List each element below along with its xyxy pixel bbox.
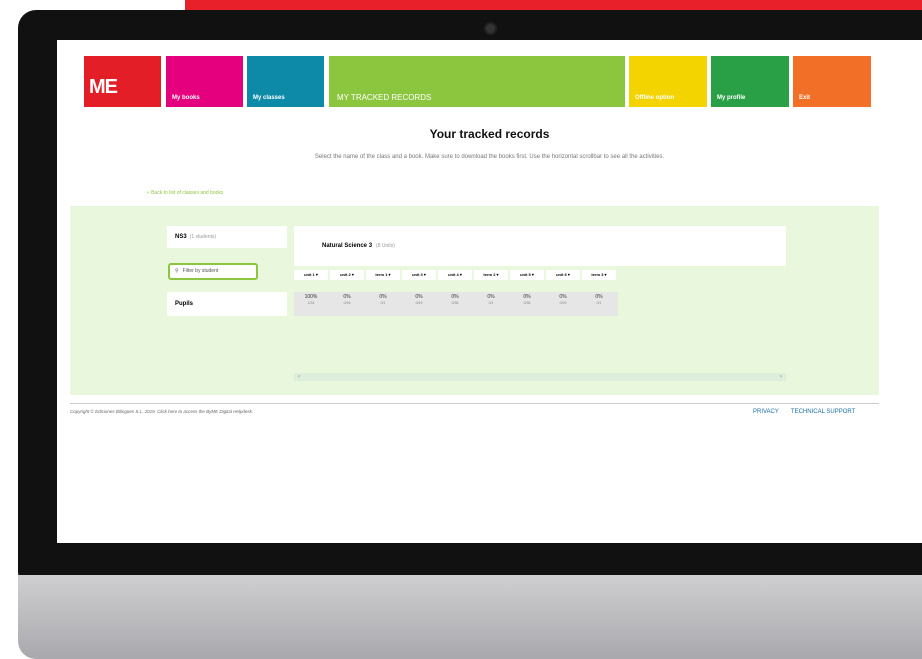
back-link[interactable]: « Back to list of classes and books: [147, 190, 223, 196]
nav-offline-option[interactable]: Offline option: [629, 56, 707, 107]
nav-my-profile[interactable]: My profile: [711, 56, 789, 107]
progress-cell: 0% 0/36: [343, 294, 351, 305]
progress-cell: 0% 0/38: [451, 294, 459, 305]
logo-text: ME: [89, 76, 118, 98]
column-header[interactable]: unit 1 ▾: [294, 270, 328, 280]
filter-label: Filter by student: [182, 268, 219, 274]
progress-cell: 100% 1/34: [304, 294, 318, 305]
nav-exit-label: Exit: [799, 95, 811, 101]
column-header[interactable]: unit 5 ▾: [510, 270, 544, 280]
nav-tracked-records[interactable]: MY TRACKED RECORDS: [329, 56, 625, 107]
filter-by-student-button[interactable]: ⚲ Filter by student: [168, 263, 258, 280]
screen: ME My books My classes MY TRACKED RECORD…: [57, 40, 922, 543]
nav-tracked-label: MY TRACKED RECORDS: [337, 93, 432, 102]
copyright-text: Copyright © Ediciones Bilingües S.L. 201…: [70, 409, 254, 414]
column-header[interactable]: term 2 ▾: [474, 270, 508, 280]
scroll-left-icon[interactable]: ‹: [298, 373, 300, 381]
page-title: Your tracked records: [429, 127, 550, 141]
nav-offline-label: Offline option: [635, 95, 674, 101]
progress-row: 100% 1/34 0% 0/36 0% 0/1 0% 0/49 0% 0/38 0% 0/…: [294, 292, 618, 316]
logo-tile[interactable]: ME: [84, 56, 161, 107]
column-header[interactable]: unit 6 ▾: [546, 270, 580, 280]
column-header[interactable]: unit 4 ▾: [438, 270, 472, 280]
class-name: NS3: [175, 234, 187, 240]
nav-my-books[interactable]: My books: [166, 56, 243, 107]
column-header[interactable]: term 3 ▾: [582, 270, 616, 280]
nav-my-classes-label: My classes: [253, 95, 285, 101]
book-header[interactable]: Natural Science 3 (8 Units): [294, 226, 786, 266]
pupils-header: Pupils: [167, 292, 287, 316]
column-header[interactable]: unit 3 ▾: [402, 270, 436, 280]
progress-cell: 0% 0/1: [487, 294, 495, 305]
class-count: (1 students): [189, 234, 217, 240]
progress-cell: 0% 0/1: [595, 294, 603, 305]
nav-exit[interactable]: Exit: [793, 56, 871, 107]
page-instructions: Select the name of the class and a book.…: [314, 154, 665, 160]
progress-cell: 0% 0/49: [415, 294, 423, 305]
records-panel: NS3 (1 students) ⚲ Filter by student Pupil…: [70, 206, 879, 395]
class-selector[interactable]: NS3 (1 students): [167, 226, 287, 248]
column-header[interactable]: unit 2 ▾: [330, 270, 364, 280]
progress-cell: 0% 0/39: [559, 294, 567, 305]
camera-icon: [484, 22, 497, 35]
technical-support-link[interactable]: TECHNICAL SUPPORT: [791, 409, 855, 415]
column-header[interactable]: term 1 ▾: [366, 270, 400, 280]
nav-my-books-label: My books: [172, 95, 200, 101]
book-units: (8 Units): [376, 243, 395, 249]
progress-cell: 0% 0/38: [523, 294, 531, 305]
book-title: Natural Science 3: [322, 243, 373, 249]
horizontal-scrollbar[interactable]: ‹ ›: [294, 373, 786, 381]
footer-divider: [70, 403, 879, 404]
footer-links: PRIVACY TECHNICAL SUPPORT: [753, 409, 867, 415]
scroll-right-icon[interactable]: ›: [780, 373, 782, 381]
nav-profile-label: My profile: [717, 95, 746, 101]
nav-my-classes[interactable]: My classes: [247, 56, 324, 107]
privacy-link[interactable]: PRIVACY: [753, 409, 779, 415]
progress-cell: 0% 0/1: [379, 294, 387, 305]
monitor-chin: [18, 575, 922, 659]
search-icon: ⚲: [175, 268, 179, 274]
